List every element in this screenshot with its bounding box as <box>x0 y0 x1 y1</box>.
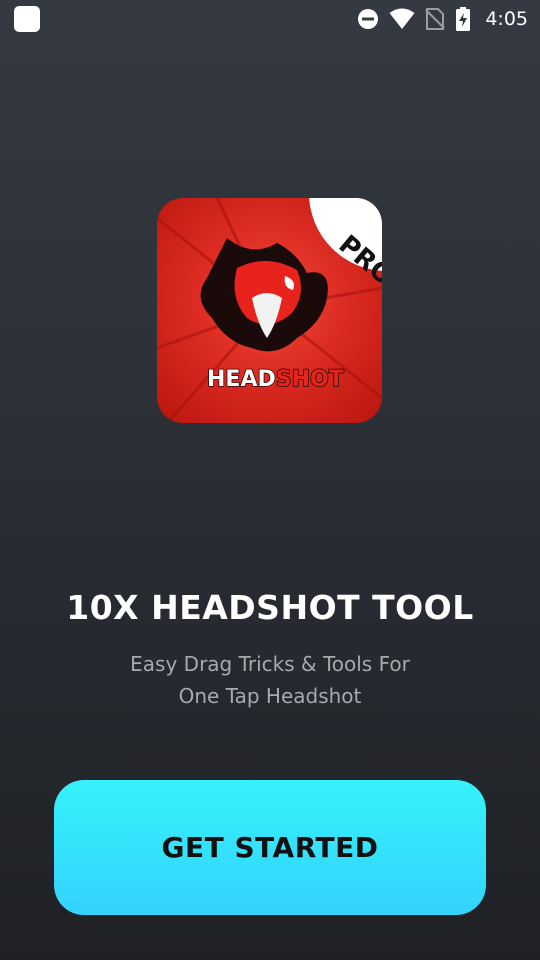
app-logo: PRO HEADSHOT <box>157 198 382 423</box>
battery-charging-icon <box>456 7 471 31</box>
subtitle-line-1: Easy Drag Tricks & Tools For <box>130 652 410 676</box>
app-notification-icon <box>14 6 40 32</box>
wifi-icon <box>389 8 415 29</box>
logo-text-shot: SHOT <box>276 367 344 392</box>
app-title: 10X HEADSHOT TOOL <box>66 588 474 627</box>
get-started-label: GET STARTED <box>161 831 379 864</box>
logo-text-head: HEAD <box>207 367 276 392</box>
subtitle-line-2: One Tap Headshot <box>178 684 362 708</box>
get-started-button[interactable]: GET STARTED <box>54 780 486 915</box>
status-right: 4:05 <box>357 7 528 31</box>
status-bar: 4:05 <box>0 0 540 38</box>
do-not-disturb-icon <box>358 9 379 29</box>
status-left <box>14 6 40 32</box>
svg-text:HEADSHOT: HEADSHOT <box>207 367 344 392</box>
status-time: 4:05 <box>485 8 528 30</box>
no-sim-icon <box>425 8 446 30</box>
